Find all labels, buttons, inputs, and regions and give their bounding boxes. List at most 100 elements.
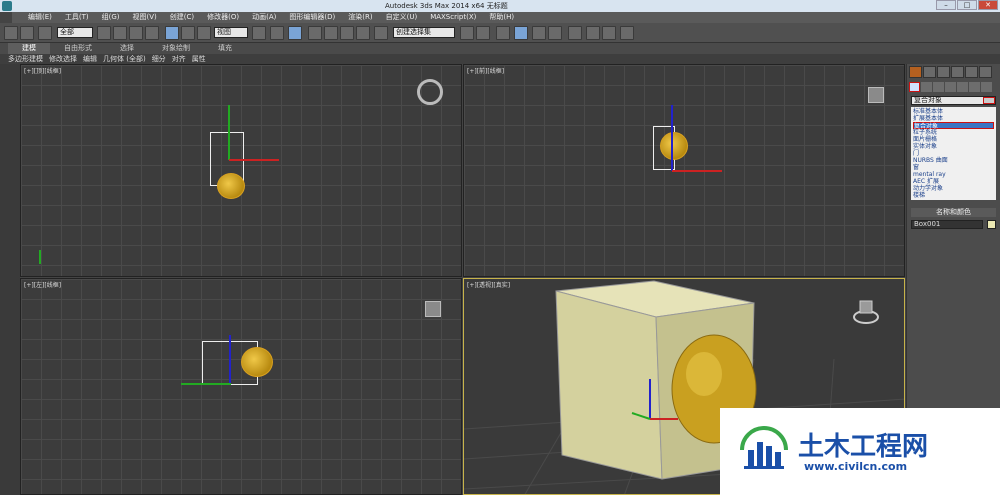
ribbon-subtab[interactable]: 修改选择 <box>49 54 77 64</box>
display-tab-icon[interactable] <box>965 66 978 78</box>
redo-icon[interactable] <box>20 26 34 40</box>
ribbon-subtab[interactable]: 几何体 (全部) <box>103 54 146 64</box>
list-item[interactable]: NURBS 曲面 <box>913 157 994 164</box>
select-manipulate-icon[interactable] <box>270 26 284 40</box>
ribbon-subtab[interactable]: 对齐 <box>172 54 186 64</box>
minimize-button[interactable]: – <box>936 0 956 10</box>
angle-snap-icon[interactable] <box>324 26 338 40</box>
rendered-frame-icon[interactable] <box>602 26 616 40</box>
select-object-icon[interactable] <box>97 26 111 40</box>
pivot-icon[interactable] <box>252 26 266 40</box>
render-setup-icon[interactable] <box>586 26 600 40</box>
spinner-snap-icon[interactable] <box>356 26 370 40</box>
viewcube-icon[interactable] <box>425 301 441 317</box>
viewport-label[interactable]: [+][顶][线框] <box>24 66 61 75</box>
ribbon-tab[interactable]: 填充 <box>204 43 246 54</box>
layer-manager-icon[interactable] <box>496 26 510 40</box>
viewport-top[interactable]: [+][顶][线框] <box>20 64 462 277</box>
ribbon-subtab[interactable]: 细分 <box>152 54 166 64</box>
sphere-object[interactable] <box>660 132 688 160</box>
menu-item[interactable]: 动画(A) <box>252 12 276 23</box>
systems-icon[interactable] <box>981 82 992 92</box>
name-color-rollout[interactable]: 名称和颜色 <box>911 208 996 217</box>
rect-selection-icon[interactable] <box>129 26 143 40</box>
rotate-icon[interactable] <box>181 26 195 40</box>
move-icon[interactable] <box>165 26 179 40</box>
window-crossing-icon[interactable] <box>145 26 159 40</box>
edit-named-selection-icon[interactable] <box>374 26 388 40</box>
ribbon-tab[interactable]: 自由形式 <box>50 43 106 54</box>
object-color-swatch[interactable] <box>987 220 996 229</box>
list-item[interactable]: 复合对象 <box>913 122 994 130</box>
list-item[interactable]: 面片栅格 <box>913 136 994 143</box>
ribbon-subtab[interactable]: 属性 <box>192 54 206 64</box>
geometry-icon[interactable] <box>909 82 920 92</box>
object-category-dropdown[interactable]: 复合对象 <box>911 96 996 105</box>
menu-item[interactable]: 帮助(H) <box>489 12 514 23</box>
schematic-view-icon[interactable] <box>548 26 562 40</box>
list-item[interactable]: 楼梯 <box>913 192 994 199</box>
menu-item[interactable]: 组(G) <box>102 12 120 23</box>
list-item[interactable]: 实体对象 <box>913 143 994 150</box>
viewport-left[interactable]: [+][左][线框] <box>20 278 462 495</box>
menu-item[interactable]: 修改器(O) <box>207 12 239 23</box>
menu-item[interactable]: 图形编辑器(D) <box>289 12 335 23</box>
select-by-name-icon[interactable] <box>113 26 127 40</box>
keyboard-shortcut-icon[interactable] <box>288 26 302 40</box>
sphere-object[interactable] <box>241 347 273 377</box>
close-button[interactable]: ✕ <box>978 0 998 10</box>
menu-item[interactable]: MAXScript(X) <box>430 12 476 23</box>
object-name-field[interactable]: Box001 <box>911 220 983 229</box>
material-editor-icon[interactable] <box>568 26 582 40</box>
menu-item[interactable]: 视图(V) <box>133 12 157 23</box>
named-selection-dropdown[interactable]: 创建选择集 <box>393 27 455 38</box>
undo-icon[interactable] <box>4 26 18 40</box>
list-item[interactable]: 粒子系统 <box>913 129 994 136</box>
app-logo-icon[interactable] <box>2 1 12 11</box>
ribbon-subtab[interactable]: 多边形建模 <box>8 54 43 64</box>
ribbon-subtab[interactable]: 编辑 <box>83 54 97 64</box>
list-item[interactable]: 标准基本体 <box>913 108 994 115</box>
mirror-icon[interactable] <box>460 26 474 40</box>
snap-3d-icon[interactable] <box>308 26 322 40</box>
ribbon-tab[interactable]: 选择 <box>106 43 148 54</box>
motion-tab-icon[interactable] <box>951 66 964 78</box>
link-icon[interactable] <box>38 26 52 40</box>
selection-filter-dropdown[interactable]: 全部 <box>57 27 93 38</box>
ribbon-tab[interactable]: 建模 <box>8 43 50 54</box>
modify-tab-icon[interactable] <box>923 66 936 78</box>
scale-icon[interactable] <box>197 26 211 40</box>
hierarchy-tab-icon[interactable] <box>937 66 950 78</box>
list-item[interactable]: AEC 扩展 <box>913 178 994 185</box>
menu-item[interactable]: 自定义(U) <box>386 12 418 23</box>
percent-snap-icon[interactable] <box>340 26 354 40</box>
space-warps-icon[interactable] <box>969 82 980 92</box>
viewport-label[interactable]: [+][左][线框] <box>24 280 61 289</box>
chevron-down-icon[interactable] <box>983 97 995 104</box>
menu-item[interactable]: 创建(C) <box>170 12 194 23</box>
ref-coord-dropdown[interactable]: 视图 <box>214 27 248 38</box>
viewport-front[interactable]: [+][前][线框] <box>463 64 905 277</box>
cameras-icon[interactable] <box>945 82 956 92</box>
list-item[interactable]: 窗 <box>913 164 994 171</box>
menu-item[interactable]: 工具(T) <box>65 12 89 23</box>
render-production-icon[interactable] <box>620 26 634 40</box>
ribbon-tab[interactable]: 对象绘制 <box>148 43 204 54</box>
utilities-tab-icon[interactable] <box>979 66 992 78</box>
steering-wheel-icon[interactable] <box>417 79 443 105</box>
list-item[interactable]: 扩展基本体 <box>913 115 994 122</box>
helpers-icon[interactable] <box>957 82 968 92</box>
curve-editor-icon[interactable] <box>532 26 546 40</box>
list-item[interactable]: 门 <box>913 150 994 157</box>
menu-item[interactable]: 渲染(R) <box>348 12 372 23</box>
viewport-label[interactable]: [+][前][线框] <box>467 66 504 75</box>
menu-item[interactable]: 编辑(E) <box>28 12 52 23</box>
shapes-icon[interactable] <box>921 82 932 92</box>
lights-icon[interactable] <box>933 82 944 92</box>
viewcube-icon[interactable] <box>868 87 884 103</box>
list-item[interactable]: mental ray <box>913 171 994 178</box>
graphite-toggle-icon[interactable] <box>514 26 528 40</box>
sphere-object[interactable] <box>217 173 245 199</box>
align-icon[interactable] <box>476 26 490 40</box>
maximize-button[interactable]: □ <box>957 0 977 10</box>
